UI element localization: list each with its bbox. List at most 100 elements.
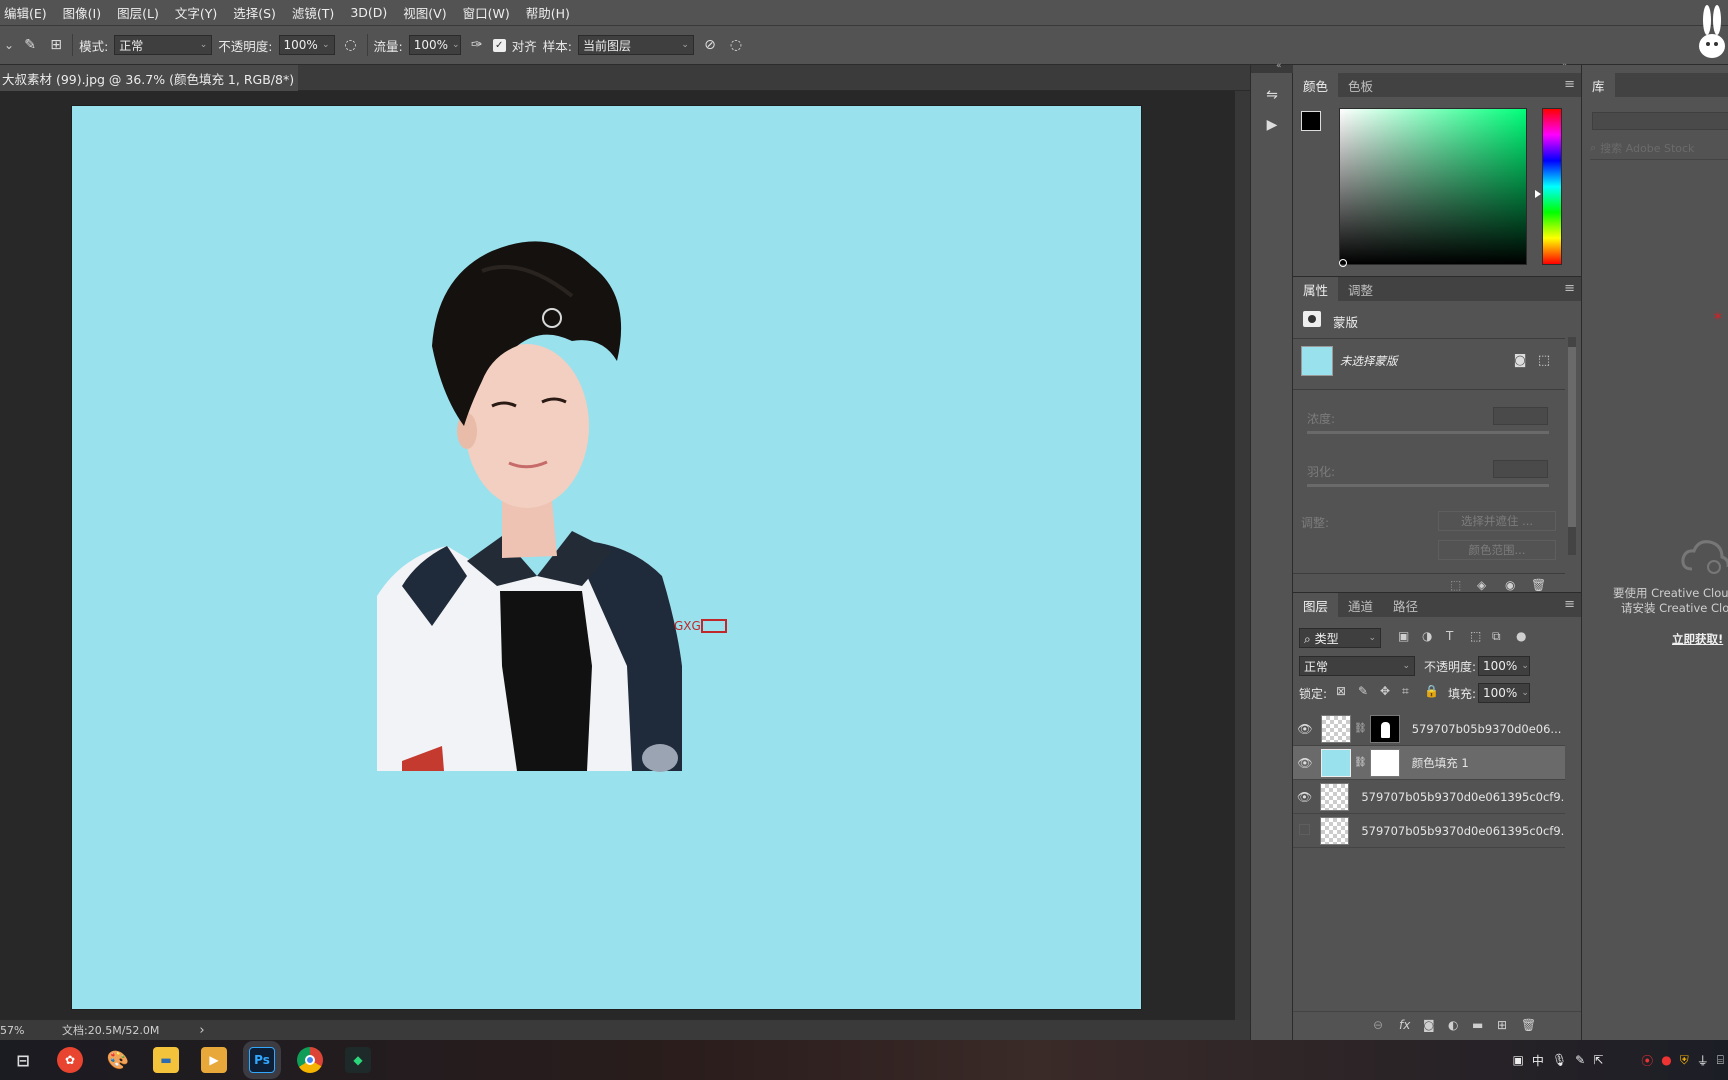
editor-app-icon[interactable]: ◆ — [345, 1047, 371, 1073]
airbrush-icon[interactable]: ✑ — [467, 35, 487, 55]
eye-icon[interactable]: 👁 — [1293, 722, 1317, 736]
zoom-readout[interactable]: 57% — [0, 1024, 62, 1037]
install-cc-link[interactable]: 立即获取! — [1672, 631, 1723, 647]
menu-item[interactable]: 窗口(W) — [463, 3, 510, 22]
filter-smart-object-icon[interactable]: ⧉ — [1492, 629, 1501, 644]
new-group-icon[interactable]: ▬ — [1472, 1018, 1483, 1032]
record-icon[interactable]: ⦿ — [1641, 1052, 1653, 1069]
history-panel-icon[interactable]: ⇋ — [1262, 85, 1282, 105]
app-red-icon[interactable]: ✿ — [57, 1047, 83, 1073]
tab-paths[interactable]: 路径 — [1383, 593, 1428, 617]
menu-item[interactable]: 选择(S) — [233, 3, 276, 22]
filter-shape-icon[interactable]: ⬚ — [1470, 629, 1481, 643]
library-dropdown[interactable] — [1592, 112, 1728, 130]
ime-indicator[interactable]: 中 — [1532, 1052, 1544, 1069]
share-icon[interactable]: ⇱ — [1593, 1053, 1603, 1067]
lock-artboard-icon[interactable]: ⌗ — [1402, 684, 1409, 699]
filter-pixel-icon[interactable]: ▣ — [1398, 629, 1409, 643]
filter-type-icon[interactable]: T — [1446, 629, 1453, 643]
usb-icon[interactable]: ⏚ — [1697, 1052, 1709, 1069]
filter-toggle-icon[interactable]: ● — [1516, 629, 1526, 643]
pen-icon[interactable]: ✎ — [1575, 1053, 1585, 1067]
adjustment-layer-icon[interactable]: ◐ — [1448, 1018, 1458, 1032]
tab-properties[interactable]: 属性 — [1293, 277, 1339, 301]
link-icon[interactable]: ⛓ — [1354, 723, 1367, 734]
brush-preset-icon[interactable]: ✎ — [20, 35, 40, 55]
pixel-mask-icon[interactable]: ◙ — [1510, 350, 1530, 370]
layer-row-selected[interactable]: 👁 ⛓ 颜色填充 1 — [1293, 746, 1565, 780]
eye-icon[interactable]: 👁 — [1293, 756, 1317, 770]
tab-adjustments[interactable]: 调整 — [1338, 277, 1383, 301]
density-input[interactable] — [1493, 407, 1548, 425]
tab-library[interactable]: 库 — [1582, 73, 1615, 97]
delete-layer-icon[interactable]: 🗑 — [1521, 1018, 1536, 1032]
load-selection-icon[interactable]: ⬚ — [1450, 578, 1461, 592]
color-field[interactable] — [1339, 108, 1527, 265]
new-layer-icon[interactable]: ⊞ — [1497, 1018, 1507, 1032]
actions-play-icon[interactable]: ▶ — [1262, 115, 1282, 135]
color-range-button[interactable]: 颜色范围... — [1438, 540, 1556, 560]
menu-item[interactable]: 帮助(H) — [526, 3, 570, 22]
tab-color[interactable]: 颜色 — [1293, 73, 1339, 97]
panel-menu-icon[interactable]: ≡ — [1564, 597, 1575, 612]
pressure-size-icon[interactable]: ◌ — [726, 35, 746, 55]
mode-dropdown[interactable]: 正常 ⌄ — [114, 35, 213, 55]
lock-position-icon[interactable]: ✥ — [1380, 684, 1390, 698]
menu-item[interactable]: 编辑(E) — [4, 3, 47, 22]
paint-app-icon[interactable]: 🎨 — [105, 1047, 131, 1073]
status-arrow-icon[interactable]: › — [199, 1023, 204, 1038]
chrome-icon[interactable] — [297, 1047, 323, 1073]
collapse-arrows-icon[interactable]: « — [1276, 61, 1282, 71]
shield-icon[interactable]: ⛨ — [1680, 1053, 1689, 1068]
photoshop-taskbar-icon[interactable]: Ps — [249, 1047, 275, 1073]
feather-slider[interactable] — [1307, 484, 1549, 487]
apply-mask-icon[interactable]: ◈ — [1477, 578, 1486, 592]
pressure-opacity-icon[interactable]: ◌ — [341, 35, 361, 55]
stamp-panel-icon[interactable]: ⊞ — [46, 35, 66, 55]
align-checkbox[interactable]: ✓ — [492, 38, 506, 52]
add-mask-icon[interactable]: ◙ — [1423, 1018, 1435, 1032]
layer-mask-thumbnail[interactable] — [1369, 748, 1400, 777]
panel-menu-icon[interactable]: ≡ — [1564, 281, 1575, 296]
lock-transparent-icon[interactable]: ⊠ — [1336, 684, 1346, 698]
menu-item[interactable]: 3D(D) — [350, 5, 387, 20]
file-explorer-icon[interactable]: ▬ — [153, 1047, 179, 1073]
fill-field[interactable]: 100% ⌄ — [1478, 683, 1530, 703]
layer-opacity-field[interactable]: 100% ⌄ — [1478, 656, 1530, 676]
feather-input[interactable] — [1493, 460, 1548, 478]
density-slider[interactable] — [1307, 431, 1549, 434]
hue-slider-handle[interactable] — [1535, 190, 1541, 198]
layer-row[interactable]: 👁 579707b05b9370d0e061395c0cf9... — [1293, 780, 1565, 814]
tool-preset-chevron-icon[interactable]: ⌄ — [4, 38, 14, 52]
properties-scrollbar[interactable] — [1568, 337, 1576, 555]
menu-item[interactable]: 图像(I) — [63, 3, 101, 22]
layer-mask-thumbnail[interactable] — [1369, 714, 1400, 743]
task-view-icon[interactable]: ⊟ — [10, 1047, 36, 1073]
eye-icon[interactable]: 👁 — [1293, 790, 1316, 804]
ignore-adjustment-layers-icon[interactable]: ⊘ — [700, 35, 720, 55]
tab-swatches[interactable]: 色板 — [1338, 73, 1383, 97]
layer-filter-dropdown[interactable]: ⌕ 类型 ⌄ — [1299, 628, 1381, 648]
tray-red-icon[interactable]: ● — [1661, 1053, 1671, 1067]
vector-mask-icon[interactable]: ⬚ — [1534, 350, 1554, 370]
media-player-icon[interactable]: ▶ — [201, 1047, 227, 1073]
menu-item[interactable]: 图层(L) — [117, 3, 159, 22]
hue-slider[interactable] — [1542, 108, 1562, 265]
filter-adjustment-icon[interactable]: ◑ — [1422, 629, 1432, 643]
tray-app-icon[interactable]: ▣ — [1513, 1053, 1524, 1067]
fx-icon[interactable]: fx — [1399, 1018, 1410, 1032]
sample-dropdown[interactable]: 当前图层 ⌄ — [577, 35, 694, 55]
network-icon[interactable]: ⌸ — [1717, 1053, 1724, 1068]
visibility-icon[interactable]: ◉ — [1505, 578, 1515, 592]
document-canvas[interactable]: GXG — [72, 106, 1141, 1009]
menu-item[interactable]: 视图(V) — [403, 3, 446, 22]
link-layers-icon[interactable]: ⊖ — [1373, 1018, 1383, 1032]
canvas-vertical-scrollbar[interactable] — [1235, 91, 1250, 1020]
document-tab[interactable]: 大叔素材 (99).jpg @ 36.7% (颜色填充 1, RGB/8*) *… — [0, 65, 298, 91]
tab-layers[interactable]: 图层 — [1293, 593, 1339, 617]
panel-menu-icon[interactable]: ≡ — [1564, 77, 1575, 92]
blend-mode-dropdown[interactable]: 正常 ⌄ — [1299, 656, 1415, 676]
foreground-color-swatch[interactable] — [1301, 111, 1321, 131]
lock-image-icon[interactable]: ✎ — [1358, 684, 1368, 698]
eye-hidden-icon[interactable] — [1293, 823, 1316, 838]
